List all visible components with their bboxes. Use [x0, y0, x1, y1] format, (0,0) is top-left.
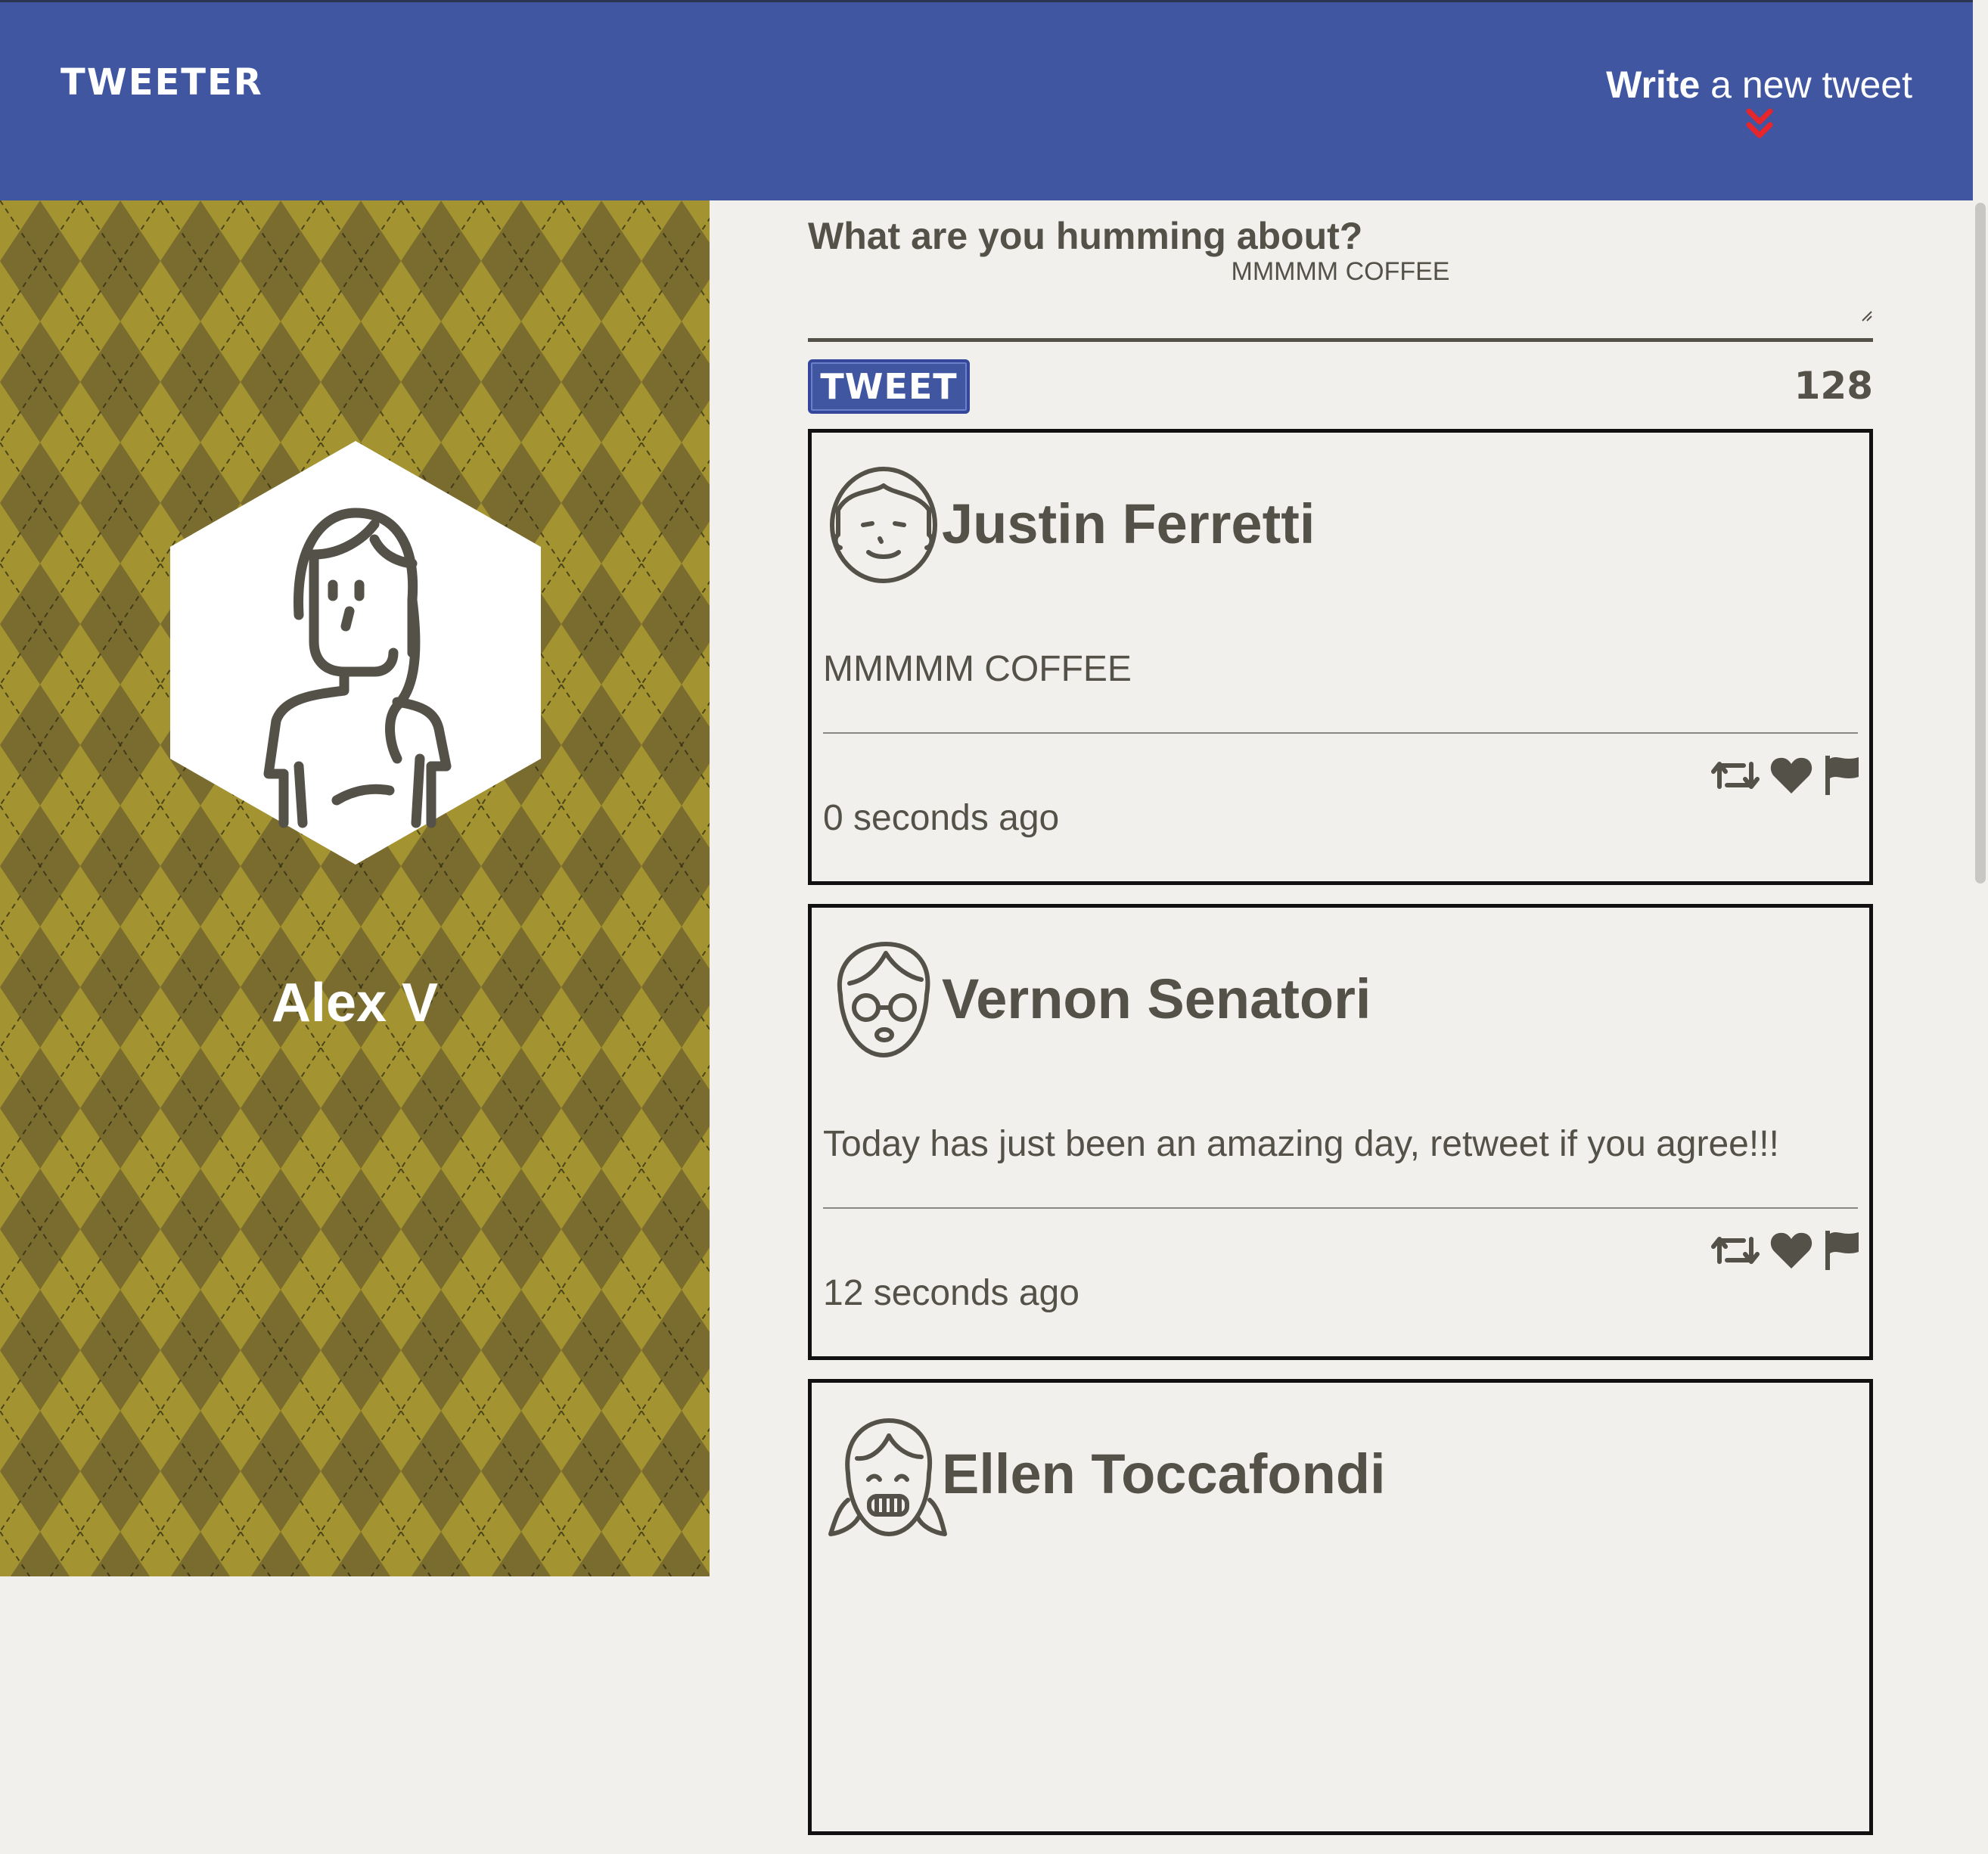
write-label-strong: Write	[1606, 64, 1701, 106]
tweet-card: Justin Ferretti MMMMM COFFEE 0 seconds a…	[808, 429, 1873, 885]
write-new-tweet-toggle[interactable]: Write a new tweet	[1606, 63, 1912, 141]
write-new-tweet-label: Write a new tweet	[1606, 63, 1912, 107]
flag-icon[interactable]	[1822, 1229, 1860, 1272]
man-avatar-icon	[830, 467, 937, 583]
heart-icon[interactable]	[1769, 756, 1813, 795]
tweet-author-name: Vernon Senatori	[942, 967, 1371, 1030]
tweet-actions	[1710, 1229, 1860, 1272]
page-scrollbar[interactable]	[1973, 0, 1988, 1576]
tweet-timestamp: 12 seconds ago	[823, 1273, 1079, 1313]
scrollbar-thumb[interactable]	[1975, 203, 1986, 884]
pigtails-girl-avatar-icon	[828, 1418, 947, 1536]
resize-grip-icon[interactable]	[1861, 310, 1873, 322]
tweet-content: Today has just been an amazing day, retw…	[823, 1124, 1779, 1164]
profile-sidebar: Alex V	[0, 200, 710, 1576]
write-label-rest: a new tweet	[1700, 64, 1912, 106]
flag-icon[interactable]	[1822, 754, 1860, 797]
brand-logo: TWEETER	[61, 61, 263, 104]
tweet-content: MMMMM COFFEE	[823, 649, 1132, 689]
top-nav-bar: TWEETER Write a new tweet	[0, 0, 1973, 200]
retweet-icon[interactable]	[1710, 756, 1760, 794]
compose-prompt-label: What are you humming about?	[808, 215, 1363, 257]
glasses-avatar-icon	[837, 942, 930, 1057]
profile-avatar	[170, 441, 541, 865]
tweet-divider	[823, 732, 1858, 734]
tweet-author-name: Justin Ferretti	[942, 492, 1315, 555]
tweet-actions	[1710, 754, 1860, 797]
tweet-timestamp: 0 seconds ago	[823, 798, 1060, 838]
tweet-feed: Justin Ferretti MMMMM COFFEE 0 seconds a…	[808, 429, 1873, 1854]
tweet-submit-button[interactable]: TWEET	[808, 359, 970, 414]
retweet-icon[interactable]	[1710, 1231, 1760, 1269]
tweet-author-name: Ellen Toccafondi	[942, 1443, 1386, 1505]
tweet-divider	[823, 1207, 1858, 1209]
tweet-text-input[interactable]	[808, 257, 1873, 342]
double-chevron-down-icon	[1746, 108, 1773, 138]
heart-icon[interactable]	[1769, 1231, 1813, 1270]
character-counter: 128	[1794, 364, 1873, 408]
tweet-card: Ellen Toccafondi	[808, 1379, 1873, 1835]
profile-username: Alex V	[271, 973, 439, 1033]
tweet-card: Vernon Senatori Today has just been an a…	[808, 904, 1873, 1360]
argyle-background	[0, 200, 710, 1576]
